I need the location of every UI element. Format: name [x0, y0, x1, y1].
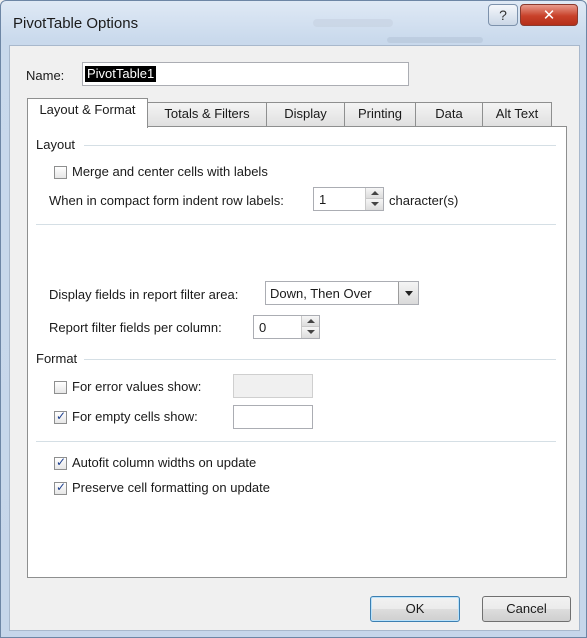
- merge-center-checkbox[interactable]: [54, 166, 67, 179]
- compact-indent-spinner[interactable]: 1: [313, 187, 384, 211]
- background-blur: [313, 19, 393, 27]
- error-values-field[interactable]: [233, 374, 313, 398]
- cancel-button[interactable]: Cancel: [482, 596, 571, 622]
- layout-format-panel: Layout Merge and center cells with label…: [27, 126, 567, 578]
- layout-group-heading: Layout: [36, 137, 76, 152]
- pivottable-name-input[interactable]: PivotTable1: [82, 62, 409, 86]
- empty-cells-checkbox[interactable]: [54, 409, 67, 424]
- group-divider: [84, 359, 556, 360]
- autofit-checkbox[interactable]: [54, 455, 67, 470]
- tab-layout-format[interactable]: Layout & Format: [27, 98, 148, 128]
- tab-display[interactable]: Display: [266, 102, 345, 126]
- group-divider: [36, 441, 556, 442]
- dialog-window: PivotTable Options ? ✕ Name: PivotTable1…: [0, 0, 587, 638]
- group-divider: [36, 224, 556, 225]
- error-values-label: For error values show:: [72, 379, 202, 394]
- spin-up-icon[interactable]: [366, 188, 383, 199]
- merge-center-label: Merge and center cells with labels: [72, 164, 268, 179]
- compact-indent-label: When in compact form indent row labels:: [49, 193, 284, 208]
- display-fields-value: Down, Then Over: [270, 286, 372, 301]
- close-icon: ✕: [542, 7, 556, 24]
- spin-down-icon[interactable]: [302, 327, 319, 338]
- group-divider: [84, 145, 556, 146]
- preserve-formatting-label: Preserve cell formatting on update: [72, 480, 270, 495]
- help-icon: ?: [499, 7, 507, 23]
- preserve-formatting-checkbox[interactable]: [54, 480, 67, 495]
- error-values-checkbox[interactable]: [54, 381, 67, 394]
- empty-cells-label: For empty cells show:: [72, 409, 198, 424]
- dialog-body: Name: PivotTable1 Layout & Format Totals…: [9, 45, 580, 631]
- title-bar: PivotTable Options ? ✕: [1, 1, 586, 45]
- compact-indent-value: 1: [319, 192, 327, 207]
- ok-button[interactable]: OK: [370, 596, 460, 622]
- close-button[interactable]: ✕: [520, 4, 578, 26]
- empty-cells-field[interactable]: [233, 405, 313, 429]
- display-fields-dropdown[interactable]: Down, Then Over: [265, 281, 419, 305]
- tab-printing[interactable]: Printing: [344, 102, 416, 126]
- name-input-value: PivotTable1: [85, 66, 157, 82]
- filter-fields-label: Report filter fields per column:: [49, 320, 222, 335]
- display-fields-label: Display fields in report filter area:: [49, 287, 239, 302]
- autofit-label: Autofit column widths on update: [72, 455, 257, 470]
- help-button[interactable]: ?: [488, 4, 518, 26]
- filter-fields-spinner[interactable]: 0: [253, 315, 320, 339]
- window-title: PivotTable Options: [13, 15, 139, 32]
- spin-down-icon[interactable]: [366, 199, 383, 210]
- tab-totals-filters[interactable]: Totals & Filters: [147, 102, 267, 126]
- compact-indent-suffix: character(s): [389, 193, 459, 208]
- background-blur: [387, 37, 483, 43]
- tab-alt-text[interactable]: Alt Text: [482, 102, 552, 126]
- chevron-down-icon[interactable]: [398, 282, 418, 304]
- tab-data[interactable]: Data: [415, 102, 483, 126]
- name-label: Name:: [26, 68, 65, 83]
- format-group-heading: Format: [36, 351, 78, 366]
- filter-fields-value: 0: [259, 320, 267, 335]
- spin-up-icon[interactable]: [302, 316, 319, 327]
